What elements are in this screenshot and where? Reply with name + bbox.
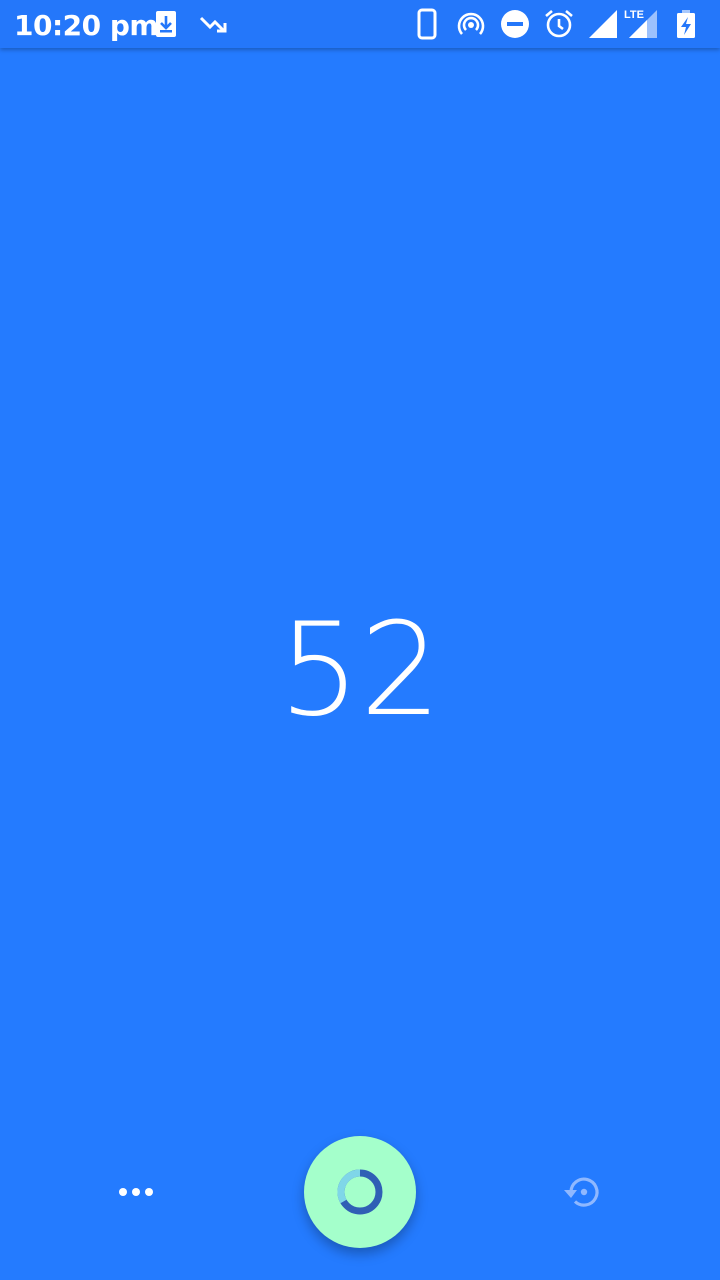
battery-charging-icon [670,8,702,40]
signal-icon [587,8,619,40]
download-icon [150,8,182,40]
do-not-disturb-icon [499,8,531,40]
reset-history-icon [561,1169,607,1215]
counter-ring-icon [335,1167,385,1217]
count-fab-button[interactable] [304,1136,416,1248]
status-bar: 10:20 pm LTE [0,0,720,48]
lte-label: LTE [624,9,644,21]
hotspot-icon [455,8,487,40]
more-horizontal-icon [117,1188,156,1196]
alarm-icon [543,8,575,40]
counter-value: 52 [278,596,442,745]
reset-button[interactable] [552,1160,616,1224]
more-options-button[interactable] [104,1160,168,1224]
trending-down-icon [198,8,230,40]
phone-icon [411,8,443,40]
status-time: 10:20 pm [14,9,159,42]
